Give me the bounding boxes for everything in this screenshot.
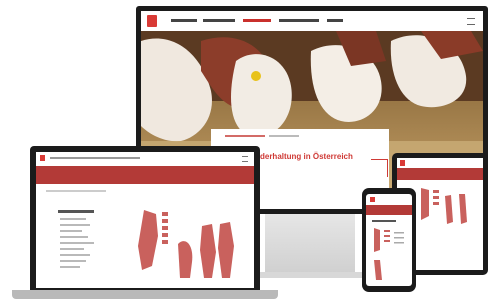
nav-item-2[interactable] (203, 19, 235, 22)
sidebar-link[interactable] (60, 242, 94, 244)
card-bracket (387, 159, 388, 177)
phone-logo[interactable] (370, 197, 375, 202)
laptop-nav (36, 152, 254, 164)
sidebar-link[interactable] (60, 218, 86, 220)
sidebar-link[interactable] (60, 266, 80, 268)
nav-item-1[interactable] (171, 19, 197, 22)
top-navigation (141, 11, 483, 31)
tablet-banner (397, 168, 483, 180)
nav-item-4[interactable] (279, 19, 319, 22)
nav-item-5[interactable] (327, 19, 343, 22)
sidebar-link[interactable] (60, 224, 90, 226)
laptop-screen (36, 152, 254, 288)
menu-icon[interactable] (467, 18, 475, 25)
phone-beef-cuts (374, 228, 404, 280)
card-accent-line (371, 159, 387, 160)
laptop-logo[interactable] (40, 155, 45, 161)
laptop-banner (36, 166, 254, 184)
phone-heading (372, 220, 396, 222)
monitor-stand (265, 214, 355, 276)
sidebar-link[interactable] (60, 254, 90, 256)
laptop-menu-icon[interactable] (242, 156, 248, 162)
laptop-nav-links[interactable] (50, 157, 140, 159)
site-logo[interactable] (147, 15, 157, 27)
sidebar-link[interactable] (60, 260, 86, 262)
phone-screen (366, 194, 412, 286)
tablet-beef-cuts (421, 188, 467, 224)
laptop-sidebar-title (58, 210, 94, 213)
breadcrumb-current (269, 135, 299, 137)
sidebar-link[interactable] (60, 248, 84, 250)
laptop-breadcrumb (46, 190, 106, 192)
sidebar-link[interactable] (60, 236, 88, 238)
sidebar-link[interactable] (60, 230, 82, 232)
tablet-nav (397, 158, 483, 168)
nav-item-3[interactable] (243, 19, 271, 22)
breadcrumb (225, 135, 265, 137)
laptop-base (12, 290, 278, 299)
tablet-logo[interactable] (400, 160, 405, 166)
phone-banner (366, 205, 412, 215)
monitor-foot (250, 272, 370, 278)
beef-cuts-diagram (138, 210, 234, 278)
